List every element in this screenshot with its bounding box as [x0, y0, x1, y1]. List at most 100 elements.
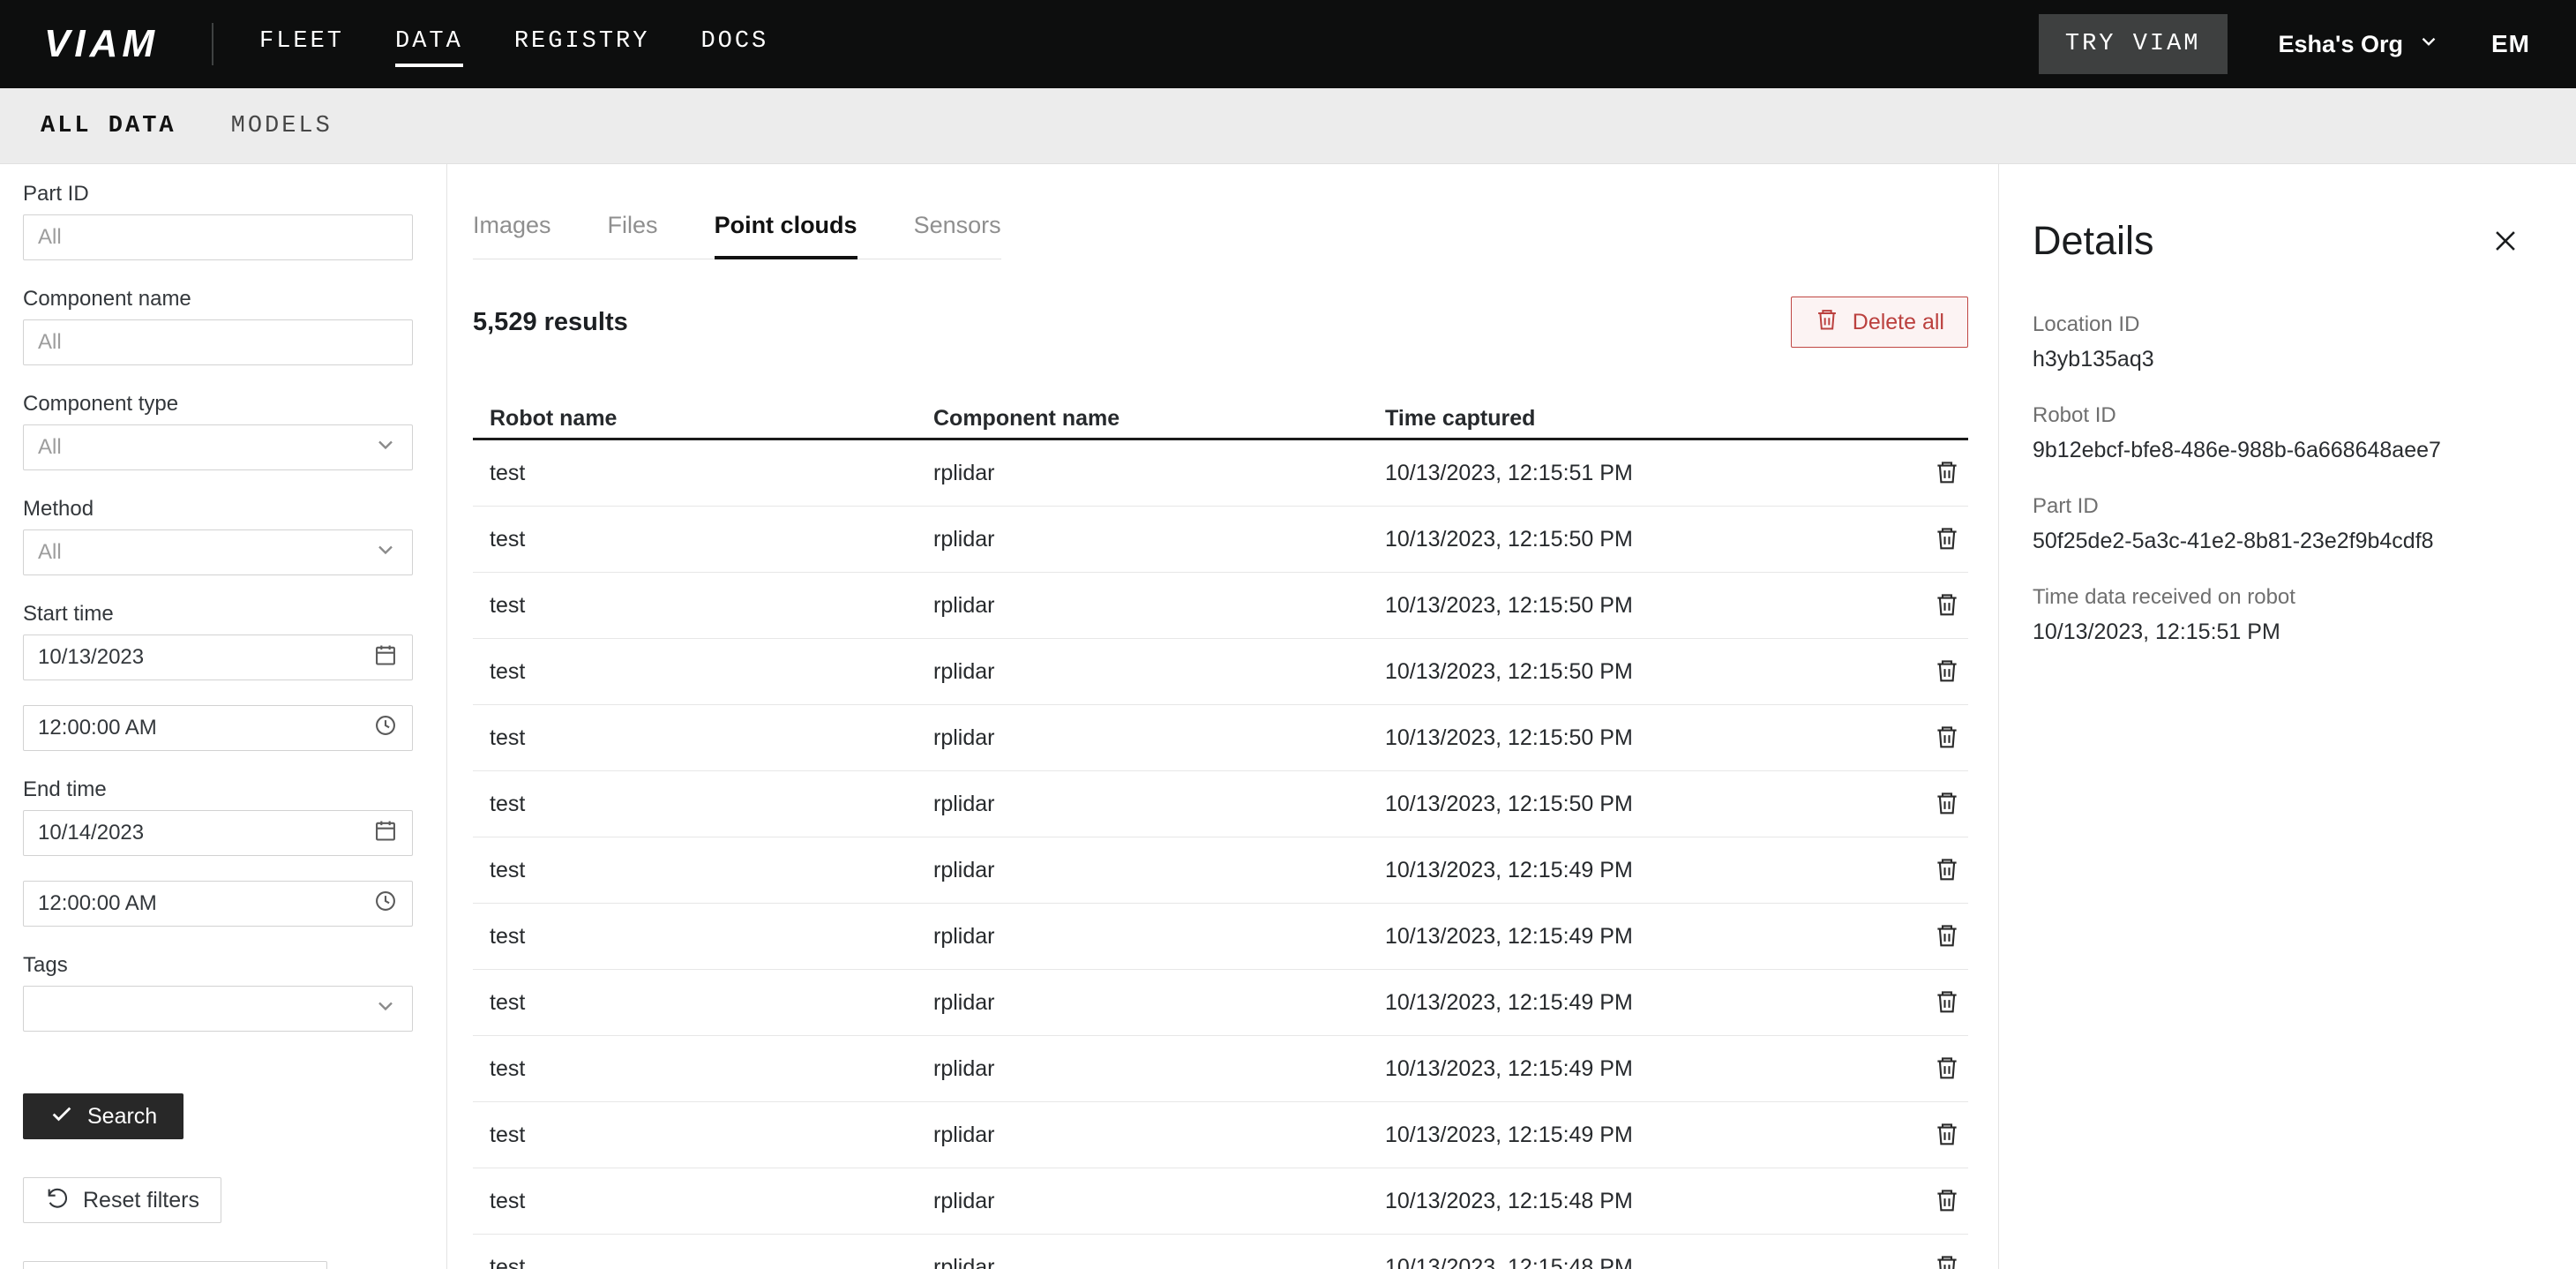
component-type-select[interactable]: All	[23, 424, 413, 470]
trash-icon	[1934, 591, 1960, 620]
row-delete-button[interactable]	[1926, 1047, 1968, 1090]
tab-point-clouds[interactable]: Point clouds	[715, 210, 857, 259]
nav-item-registry[interactable]: REGISTRY	[514, 21, 650, 67]
chevron-down-icon	[373, 994, 398, 1025]
reset-filters-button[interactable]: Reset filters	[23, 1177, 221, 1223]
search-button-label: Search	[87, 1104, 157, 1130]
trash-icon	[1934, 525, 1960, 554]
component-name-input[interactable]	[23, 319, 413, 365]
cell-robot-name: test	[473, 659, 933, 685]
primary-nav: FLEET DATA REGISTRY DOCS	[259, 21, 768, 67]
nav-right: TRY VIAM Esha's Org EM	[2039, 14, 2530, 74]
cell-component-name: rplidar	[933, 527, 1385, 552]
table-row[interactable]: test rplidar 10/13/2023, 12:15:49 PM	[473, 904, 1968, 970]
tab-images[interactable]: Images	[473, 210, 551, 259]
end-time-value: 12:00:00 AM	[38, 891, 157, 916]
start-time-input[interactable]: 12:00:00 AM	[23, 705, 413, 751]
row-delete-button[interactable]	[1926, 1246, 1968, 1269]
cell-time-captured: 10/13/2023, 12:15:51 PM	[1385, 461, 1906, 486]
row-delete-button[interactable]	[1926, 849, 1968, 891]
row-delete-button[interactable]	[1926, 717, 1968, 759]
row-delete-button[interactable]	[1926, 1180, 1968, 1222]
table-row[interactable]: test rplidar 10/13/2023, 12:15:50 PM	[473, 573, 1968, 639]
row-delete-button[interactable]	[1926, 915, 1968, 957]
cell-component-name: rplidar	[933, 725, 1385, 751]
start-date-input[interactable]: 10/13/2023	[23, 634, 413, 680]
close-details-button[interactable]	[2486, 222, 2525, 261]
row-delete-button[interactable]	[1926, 518, 1968, 560]
table-row[interactable]: test rplidar 10/13/2023, 12:15:48 PM	[473, 1235, 1968, 1269]
cell-time-captured: 10/13/2023, 12:15:49 PM	[1385, 1123, 1906, 1148]
table-row[interactable]: test rplidar 10/13/2023, 12:15:50 PM	[473, 705, 1968, 771]
row-delete-button[interactable]	[1926, 584, 1968, 627]
cell-time-captured: 10/13/2023, 12:15:50 PM	[1385, 725, 1906, 751]
filter-tags: Tags	[23, 953, 413, 1032]
detail-time-received: Time data received on robot 10/13/2023, …	[2033, 585, 2541, 645]
filter-method: Method All	[23, 497, 413, 575]
end-date-input[interactable]: 10/14/2023	[23, 810, 413, 856]
part-id-detail-value: 50f25de2-5a3c-41e2-8b81-23e2f9b4cdf8	[2033, 529, 2541, 554]
try-viam-button[interactable]: TRY VIAM	[2039, 14, 2228, 74]
end-time-input[interactable]: 12:00:00 AM	[23, 881, 413, 927]
table-row[interactable]: test rplidar 10/13/2023, 12:15:49 PM	[473, 1102, 1968, 1168]
trash-icon	[1934, 856, 1960, 885]
cell-robot-name: test	[473, 1123, 933, 1148]
table-header: Robot name Component name Time captured	[473, 399, 1968, 440]
viam-logo[interactable]: VIAM	[44, 22, 159, 66]
tab-sensors[interactable]: Sensors	[914, 210, 1001, 259]
row-delete-button[interactable]	[1926, 452, 1968, 494]
method-select[interactable]: All	[23, 529, 413, 575]
trash-icon	[1934, 922, 1960, 951]
tags-select[interactable]	[23, 986, 413, 1032]
org-switcher[interactable]: Esha's Org	[2279, 30, 2440, 59]
trash-icon	[1934, 1121, 1960, 1150]
table-row[interactable]: test rplidar 10/13/2023, 12:15:50 PM	[473, 507, 1968, 573]
details-fields: Location ID h3yb135aq3 Robot ID 9b12ebcf…	[2033, 312, 2541, 645]
data-content: Images Files Point clouds Sensors 5,529 …	[447, 164, 1998, 1269]
row-delete-button[interactable]	[1926, 783, 1968, 825]
user-avatar[interactable]: EM	[2491, 30, 2530, 58]
tab-files[interactable]: Files	[608, 210, 658, 259]
copy-export-command-button[interactable]: Copy export command	[23, 1261, 327, 1269]
tab-all-data[interactable]: ALL DATA	[41, 113, 176, 139]
calendar-icon	[373, 818, 398, 849]
delete-all-button[interactable]: Delete all	[1791, 297, 1968, 348]
cell-robot-name: test	[473, 1255, 933, 1269]
row-delete-button[interactable]	[1926, 650, 1968, 693]
filter-part-id: Part ID	[23, 182, 413, 260]
trash-icon	[1934, 1253, 1960, 1269]
nav-item-fleet[interactable]: FLEET	[259, 21, 344, 67]
cell-component-name: rplidar	[933, 990, 1385, 1016]
table-row[interactable]: test rplidar 10/13/2023, 12:15:50 PM	[473, 639, 1968, 705]
column-time-captured: Time captured	[1385, 406, 1906, 432]
detail-part-id: Part ID 50f25de2-5a3c-41e2-8b81-23e2f9b4…	[2033, 494, 2541, 554]
chevron-down-icon	[373, 537, 398, 568]
table-row[interactable]: test rplidar 10/13/2023, 12:15:49 PM	[473, 1036, 1968, 1102]
cell-time-captured: 10/13/2023, 12:15:49 PM	[1385, 990, 1906, 1016]
table-row[interactable]: test rplidar 10/13/2023, 12:15:50 PM	[473, 771, 1968, 837]
cell-time-captured: 10/13/2023, 12:15:50 PM	[1385, 659, 1906, 685]
cell-robot-name: test	[473, 725, 933, 751]
nav-item-data[interactable]: DATA	[395, 21, 463, 67]
cell-robot-name: test	[473, 990, 933, 1016]
chevron-down-icon	[373, 432, 398, 463]
tab-models[interactable]: MODELS	[231, 113, 333, 139]
data-subnav: ALL DATA MODELS	[0, 88, 2576, 164]
search-button[interactable]: Search	[23, 1093, 183, 1139]
row-delete-button[interactable]	[1926, 1114, 1968, 1156]
row-delete-button[interactable]	[1926, 981, 1968, 1024]
start-time-value: 12:00:00 AM	[38, 716, 157, 740]
location-id-value: h3yb135aq3	[2033, 347, 2541, 372]
table-row[interactable]: test rplidar 10/13/2023, 12:15:51 PM	[473, 440, 1968, 507]
table-row[interactable]: test rplidar 10/13/2023, 12:15:48 PM	[473, 1168, 1968, 1235]
table-row[interactable]: test rplidar 10/13/2023, 12:15:49 PM	[473, 970, 1968, 1036]
trash-icon	[1815, 307, 1839, 338]
trash-icon	[1934, 790, 1960, 819]
table-row[interactable]: test rplidar 10/13/2023, 12:15:49 PM	[473, 837, 1968, 904]
cell-component-name: rplidar	[933, 792, 1385, 817]
part-id-input[interactable]	[23, 214, 413, 260]
clock-icon	[373, 713, 398, 744]
cell-robot-name: test	[473, 527, 933, 552]
trash-icon	[1934, 657, 1960, 687]
nav-item-docs[interactable]: DOCS	[700, 21, 768, 67]
